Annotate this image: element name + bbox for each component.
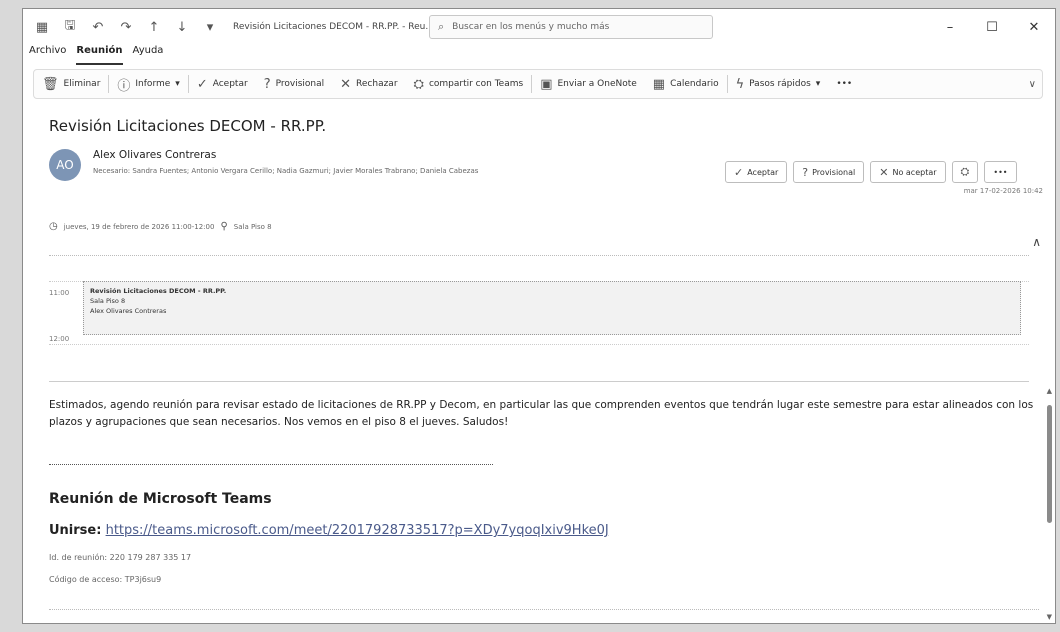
menu-bar: Archivo Reunión Ayuda bbox=[29, 45, 163, 65]
report-button[interactable]: ⓘ Informe ▾ bbox=[109, 70, 187, 98]
menu-archivo[interactable]: Archivo bbox=[29, 45, 66, 65]
teams-response-button[interactable]: ⛭ bbox=[951, 161, 979, 183]
accept-button[interactable]: ✓ Aceptar bbox=[189, 70, 256, 98]
clock-icon: ◷ bbox=[49, 221, 58, 232]
close-button[interactable]: ✕ bbox=[1013, 9, 1055, 45]
decline-button[interactable]: ✕ Rechazar bbox=[332, 70, 405, 98]
maximize-button[interactable]: ☐ bbox=[971, 9, 1013, 45]
up-arrow-icon[interactable]: ↑ bbox=[147, 20, 161, 35]
menu-reunion[interactable]: Reunión bbox=[76, 45, 123, 65]
divider bbox=[49, 609, 1039, 610]
event-location: Sala Piso 8 bbox=[90, 297, 126, 305]
sent-date: mar 17-02-2026 10:42 bbox=[963, 187, 1043, 195]
title-bar: ▦ 🖫 ↶ ↷ ↑ ↓ ▾ Revisión Licitaciones DECO… bbox=[23, 9, 1055, 45]
outlook-window: ▦ 🖫 ↶ ↷ ↑ ↓ ▾ Revisión Licitaciones DECO… bbox=[22, 8, 1056, 624]
meeting-subject: Revisión Licitaciones DECOM - RR.PP. bbox=[49, 117, 327, 135]
onenote-icon: ▣ bbox=[540, 76, 553, 92]
save-icon[interactable]: 🖫 bbox=[63, 16, 77, 38]
teams-heading: Reunión de Microsoft Teams bbox=[49, 491, 272, 507]
accept-response-button[interactable]: ✓ Aceptar bbox=[725, 161, 788, 183]
divider bbox=[49, 464, 493, 465]
more-options-button[interactable]: ••• bbox=[828, 70, 860, 98]
calendar-icon: ▦ bbox=[652, 76, 666, 92]
app-icon: ▦ bbox=[35, 19, 49, 35]
ellipsis-icon: ••• bbox=[993, 167, 1008, 177]
sender-name[interactable]: Alex Olivares Contreras bbox=[93, 149, 216, 161]
location-icon: ⚲ bbox=[220, 221, 228, 232]
redo-icon[interactable]: ↷ bbox=[119, 20, 133, 35]
access-code: Código de acceso: TP3j6su9 bbox=[49, 575, 162, 584]
join-label: Unirse: bbox=[49, 523, 102, 538]
x-icon: ✕ bbox=[340, 76, 352, 92]
calendar-event-block[interactable]: Revisión Licitaciones DECOM - RR.PP. Sal… bbox=[83, 281, 1021, 335]
decline-response-button[interactable]: ✕ No aceptar bbox=[870, 161, 946, 183]
teams-icon: ⛭ bbox=[413, 76, 424, 92]
join-link[interactable]: https://teams.microsoft.com/meet/2201792… bbox=[106, 523, 609, 538]
meeting-datetime: jueves, 19 de febrero de 2026 11:00-12:0… bbox=[63, 222, 215, 231]
attendees-list: Necesario: Sandra Fuentes; Antonio Verga… bbox=[93, 167, 479, 175]
menu-ayuda[interactable]: Ayuda bbox=[133, 45, 164, 65]
teams-icon: ⛭ bbox=[960, 165, 970, 178]
undo-icon[interactable]: ↶ bbox=[91, 20, 105, 35]
window-title: Revisión Licitaciones DECOM - RR.PP. - R… bbox=[233, 22, 434, 32]
meeting-location: Sala Piso 8 bbox=[233, 222, 272, 231]
check-icon: ✓ bbox=[734, 165, 744, 179]
lightning-icon: ϟ bbox=[735, 76, 745, 92]
search-icon: ⌕ bbox=[438, 20, 445, 33]
quick-access-toolbar: ▦ 🖫 ↶ ↷ ↑ ↓ ▾ bbox=[35, 16, 217, 38]
collapse-icon[interactable]: ∧ bbox=[1032, 235, 1041, 249]
event-organizer: Alex Olivares Contreras bbox=[90, 307, 167, 315]
chevron-down-icon: ▾ bbox=[815, 79, 821, 89]
calendar-button[interactable]: ▦ Calendario bbox=[645, 70, 727, 98]
scroll-down-arrow[interactable]: ▼ bbox=[1047, 613, 1052, 621]
message-body: Estimados, agendo reunión para revisar e… bbox=[49, 399, 1034, 428]
search-placeholder: Buscar en los menús y mucho más bbox=[452, 22, 610, 32]
tentative-button[interactable]: ? Provisional bbox=[256, 70, 332, 98]
more-response-button[interactable]: ••• bbox=[984, 161, 1017, 183]
ribbon-expand-icon[interactable]: ∨ bbox=[1029, 79, 1036, 90]
check-icon: ✓ bbox=[196, 76, 208, 92]
join-line: Unirse: https://teams.microsoft.com/meet… bbox=[49, 523, 609, 538]
tentative-response-button[interactable]: ? Provisional bbox=[793, 161, 865, 183]
question-icon: ? bbox=[263, 76, 271, 92]
event-title: Revisión Licitaciones DECOM - RR.PP. bbox=[90, 287, 227, 295]
customize-dropdown-icon[interactable]: ▾ bbox=[203, 20, 217, 35]
minimize-button[interactable]: – bbox=[929, 9, 971, 45]
trash-icon: 🗑 bbox=[42, 76, 59, 92]
meeting-id: Id. de reunión: 220 179 287 335 17 bbox=[49, 553, 192, 562]
send-onenote-button[interactable]: ▣ Enviar a OneNote bbox=[532, 70, 645, 98]
chevron-down-icon: ▾ bbox=[175, 79, 180, 89]
ribbon-toolbar: 🗑 Eliminar ⓘ Informe ▾ ✓ Aceptar ? Provi… bbox=[33, 69, 1043, 99]
meeting-meta: ◷ jueves, 19 de febrero de 2026 11:00-12… bbox=[49, 221, 272, 232]
delete-button[interactable]: 🗑 Eliminar bbox=[34, 70, 108, 98]
down-arrow-icon[interactable]: ↓ bbox=[175, 20, 189, 35]
report-icon: ⓘ bbox=[117, 78, 131, 94]
response-buttons: ✓ Aceptar ? Provisional ✕ No aceptar ⛭ •… bbox=[725, 161, 1017, 183]
x-icon: ✕ bbox=[879, 165, 889, 179]
calendar-time-start: 11:00 bbox=[49, 289, 70, 297]
search-box[interactable]: ⌕ Buscar en los menús y mucho más bbox=[429, 15, 713, 39]
calendar-time-end: 12:00 bbox=[49, 335, 70, 343]
share-teams-button[interactable]: ⛭ compartir con Teams bbox=[406, 70, 532, 98]
window-controls: – ☐ ✕ bbox=[929, 9, 1055, 45]
quick-steps-button[interactable]: ϟ Pasos rápidos ▾ bbox=[728, 70, 829, 98]
question-icon: ? bbox=[802, 165, 809, 179]
scrollbar-thumb[interactable] bbox=[1047, 405, 1052, 523]
avatar: AO bbox=[49, 149, 81, 181]
